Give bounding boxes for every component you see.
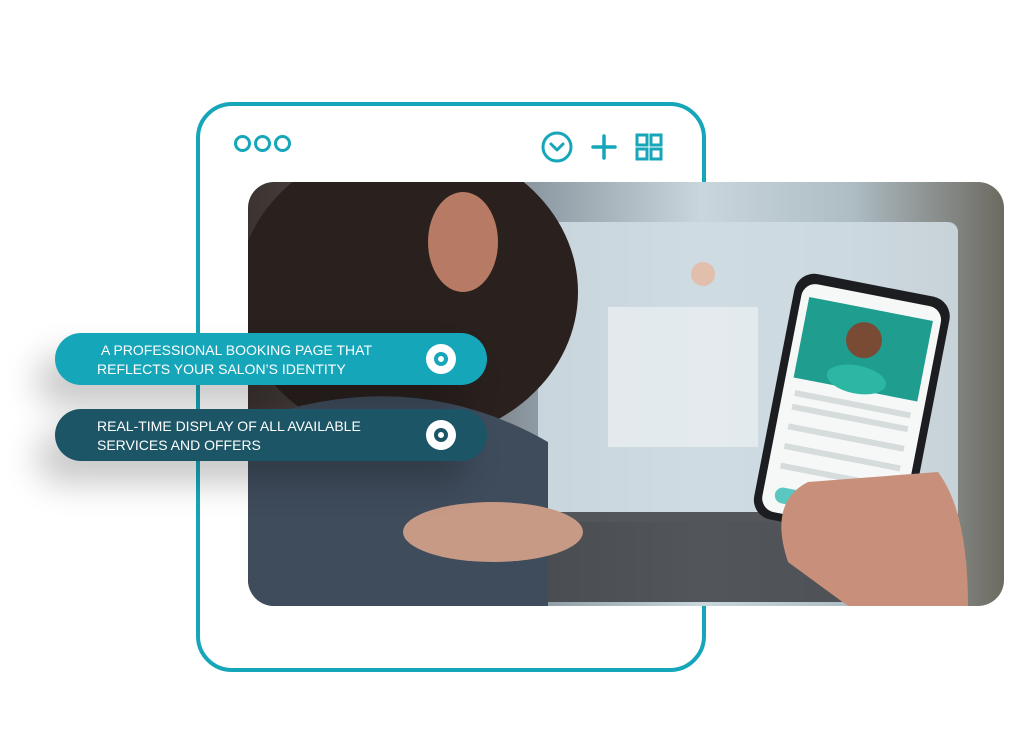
grid-icon[interactable] [633,131,665,163]
feature-label: A PROFESSIONAL BOOKING PAGE THAT REFLECT… [97,342,372,377]
feature-label: REAL-TIME DISPLAY OF ALL AVAILABLE SERVI… [97,418,361,453]
radio-selected-icon[interactable] [426,420,456,450]
window-dot-icon [274,135,291,152]
window-dots [234,135,291,152]
plus-icon[interactable] [588,131,620,163]
hero-photo [248,182,1004,606]
laptop-phone-illustration [248,182,968,606]
feature-pill-realtime-services: REAL-TIME DISPLAY OF ALL AVAILABLE SERVI… [55,409,487,461]
chevron-down-circle-icon[interactable] [541,131,573,163]
window-dot-icon [234,135,251,152]
feature-pill-booking-page: A PROFESSIONAL BOOKING PAGE THAT REFLECT… [55,333,487,385]
radio-selected-icon[interactable] [426,344,456,374]
window-dot-icon [254,135,271,152]
